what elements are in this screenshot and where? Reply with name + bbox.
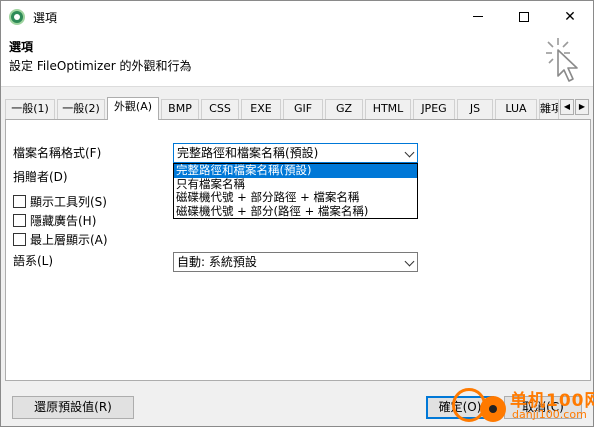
hide-ads-label: 隱藏廣告(H) xyxy=(30,214,97,228)
maximize-button[interactable] xyxy=(501,1,547,32)
show-toolbar-label: 顯示工具列(S) xyxy=(30,195,107,209)
tab-appearance[interactable]: 外觀(A) xyxy=(107,97,159,120)
tab-scroll-left-icon[interactable]: ◀ xyxy=(560,99,574,115)
cursor-click-icon xyxy=(546,38,578,82)
window-title: 選項 xyxy=(33,11,58,25)
minimize-icon xyxy=(473,16,483,17)
fileoptimizer-app-icon xyxy=(9,9,25,25)
close-button[interactable]: ✕ xyxy=(547,1,593,32)
filename-format-select[interactable]: 完整路徑和檔案名稱(預設) xyxy=(173,143,418,163)
tab-html[interactable]: HTML xyxy=(365,99,411,119)
watermark-dot-icon xyxy=(480,396,506,422)
tab-exe[interactable]: EXE xyxy=(241,99,281,119)
tab-misc[interactable]: 雜項 xyxy=(539,99,559,119)
dropdown-option[interactable]: 磁碟機代號 + 部分路徑 + 檔案名稱 xyxy=(174,191,417,205)
tab-strip: 一般(1) 一般(2) 外觀(A) BMP CSS EXE GIF GZ HTM… xyxy=(5,97,591,120)
show-toolbar-checkbox-row[interactable]: 顯示工具列(S) xyxy=(13,193,107,210)
language-select[interactable]: 自動: 系統預設 xyxy=(173,252,418,272)
tab-jpeg[interactable]: JPEG xyxy=(413,99,455,119)
dropdown-option[interactable]: 磁碟機代號 + 部分(路徑 + 檔案名稱) xyxy=(174,204,417,219)
chevron-down-icon xyxy=(404,256,415,267)
always-on-top-checkbox-row[interactable]: 最上層顯示(A) xyxy=(13,231,108,248)
close-icon: ✕ xyxy=(564,8,576,25)
filename-format-value: 完整路徑和檔案名稱(預設) xyxy=(177,146,319,160)
tab-general-1[interactable]: 一般(1) xyxy=(5,99,55,119)
hide-ads-checkbox[interactable] xyxy=(13,214,26,227)
tab-scroll-right-icon[interactable]: ▶ xyxy=(575,99,589,115)
restore-defaults-button[interactable]: 還原預設值(R) xyxy=(12,396,134,419)
minimize-button[interactable] xyxy=(455,1,501,32)
tab-gz[interactable]: GZ xyxy=(325,99,363,119)
dropdown-option[interactable]: 只有檔案名稱 xyxy=(174,177,417,192)
watermark-url: danji100.com xyxy=(512,408,587,421)
maximize-icon xyxy=(519,11,529,22)
tab-js[interactable]: JS xyxy=(457,99,493,119)
tab-general-2[interactable]: 一般(2) xyxy=(57,99,105,119)
header-title: 選項 xyxy=(9,40,34,54)
dropdown-option[interactable]: 完整路徑和檔案名稱(預設) xyxy=(174,164,417,178)
tab-bmp[interactable]: BMP xyxy=(161,99,199,119)
site-watermark: 单机100网 danji100.com xyxy=(444,384,594,427)
hide-ads-checkbox-row[interactable]: 隱藏廣告(H) xyxy=(13,212,96,229)
language-label: 語系(L) xyxy=(13,254,54,268)
tab-gif[interactable]: GIF xyxy=(283,99,323,119)
language-value: 自動: 系統預設 xyxy=(177,255,257,269)
always-on-top-label: 最上層顯示(A) xyxy=(30,233,108,247)
tab-css[interactable]: CSS xyxy=(201,99,239,119)
title-bar[interactable]: 選項 ✕ xyxy=(1,1,593,32)
options-window: 選項 ✕ 選項 設定 FileOptimizer 的外觀和行為 一般(1) 一般… xyxy=(0,0,594,427)
dialog-header: 選項 設定 FileOptimizer 的外觀和行為 xyxy=(1,32,593,87)
filename-format-label: 檔案名稱格式(F) xyxy=(13,146,102,160)
always-on-top-checkbox[interactable] xyxy=(13,233,26,246)
donator-label: 捐贈者(D) xyxy=(13,170,68,184)
filename-format-dropdown[interactable]: 完整路徑和檔案名稱(預設) 只有檔案名稱 磁碟機代號 + 部分路徑 + 檔案名稱… xyxy=(173,163,418,219)
show-toolbar-checkbox[interactable] xyxy=(13,195,26,208)
tab-lua[interactable]: LUA xyxy=(495,99,537,119)
header-description: 設定 FileOptimizer 的外觀和行為 xyxy=(9,59,192,73)
chevron-down-icon xyxy=(404,147,415,158)
